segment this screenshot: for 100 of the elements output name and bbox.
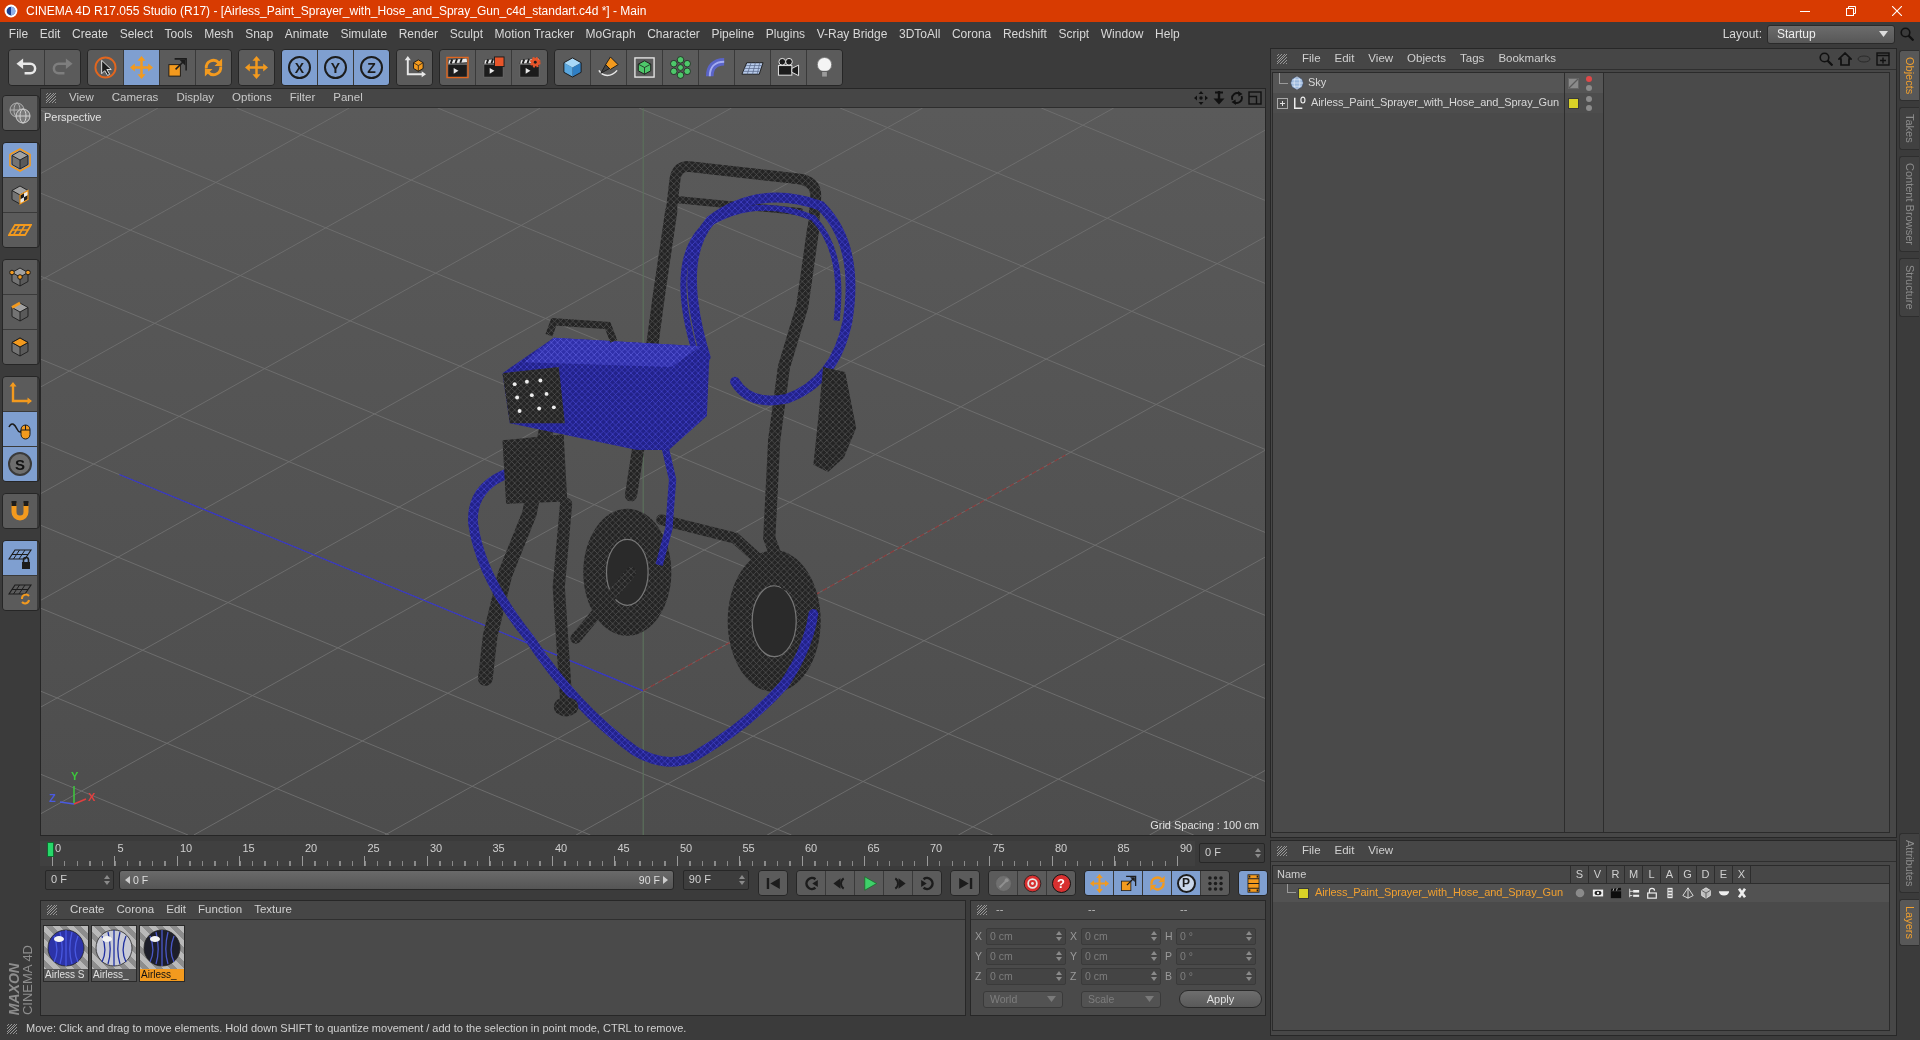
side-tab[interactable]: Objects [1899, 50, 1919, 102]
menu-item[interactable]: Render [392, 24, 444, 44]
visibility-dot-icon[interactable] [1586, 104, 1592, 111]
maximize-icon[interactable] [1248, 91, 1262, 105]
home-icon[interactable] [1838, 52, 1852, 66]
play-button[interactable] [855, 871, 883, 895]
menu-item[interactable]: V-Ray Bridge [810, 24, 894, 44]
menu-item[interactable]: 3DToAll [893, 24, 947, 44]
panel-grip-icon[interactable] [46, 93, 56, 103]
texture-mode-button[interactable] [3, 178, 37, 212]
panel-grip-icon[interactable] [1277, 846, 1287, 856]
menu-item[interactable]: Script [1052, 24, 1095, 44]
menu-item[interactable]: View [1361, 844, 1401, 858]
menu-item[interactable]: Select [113, 24, 159, 44]
menu-item[interactable]: File [1295, 52, 1328, 66]
edges-mode-button[interactable] [3, 295, 37, 329]
scale-tool-button[interactable] [160, 50, 195, 85]
selection-tool-button[interactable] [88, 50, 123, 85]
render-settings-button[interactable] [512, 50, 547, 85]
expand-icon[interactable] [1277, 97, 1288, 109]
pen-tool-button[interactable] [591, 50, 626, 85]
points-mode-button[interactable] [3, 260, 37, 294]
soft-selection-button[interactable]: S [3, 447, 37, 481]
solo-dot-icon[interactable] [1574, 887, 1586, 899]
snap-button[interactable] [3, 494, 37, 528]
next-frame-button[interactable] [884, 871, 912, 895]
clapperboard-icon[interactable] [1610, 887, 1622, 899]
frame-range-bar[interactable]: 0 F 90 F [119, 870, 674, 890]
menu-item[interactable]: Edit [1327, 52, 1362, 66]
hierarchy-icon[interactable] [1628, 887, 1640, 899]
key-point-level-button[interactable] [1201, 871, 1229, 895]
render-button[interactable] [476, 50, 511, 85]
next-key-button[interactable] [913, 871, 941, 895]
menu-item[interactable]: Tags [1453, 52, 1492, 66]
menu-item[interactable]: Filter [280, 91, 325, 105]
panel-grip-icon[interactable] [47, 905, 57, 915]
render-view-button[interactable] [440, 50, 475, 85]
column-header[interactable]: D [1697, 866, 1715, 883]
column-header[interactable]: E [1715, 866, 1733, 883]
side-tab[interactable]: Layers [1899, 898, 1919, 946]
go-to-end-button[interactable] [951, 871, 979, 895]
panel-grip-icon[interactable] [1277, 54, 1287, 64]
menu-item[interactable]: File [3, 24, 34, 44]
column-header[interactable]: A [1661, 866, 1679, 883]
menu-item[interactable]: Plugins [759, 24, 811, 44]
menu-item[interactable]: Create [66, 24, 114, 44]
menu-item[interactable]: Edit [1327, 844, 1362, 858]
menu-item[interactable]: File [1295, 844, 1328, 858]
menu-item[interactable]: Help [1149, 24, 1186, 44]
empty-layer-icon[interactable] [1568, 77, 1579, 89]
menu-item[interactable]: Edit [33, 24, 67, 44]
cube-button[interactable] [555, 50, 590, 85]
axis-mode-button[interactable] [3, 377, 37, 411]
key-parameter-button[interactable]: P [1172, 871, 1200, 895]
column-header[interactable]: S [1571, 866, 1589, 883]
polygons-mode-button[interactable] [3, 330, 37, 364]
planar-workplane-button[interactable] [3, 576, 37, 610]
material-swatch[interactable]: Airless S [43, 925, 89, 982]
lock-workplane-button[interactable] [3, 541, 37, 575]
previous-frame-button[interactable] [826, 871, 854, 895]
down-arrow-icon[interactable] [1212, 91, 1226, 105]
menu-item[interactable]: Character [641, 24, 706, 44]
menu-item[interactable]: Corona [946, 24, 998, 44]
menu-item[interactable]: Corona [110, 903, 161, 917]
layout-dropdown[interactable]: Startup [1767, 24, 1895, 44]
menu-item[interactable]: Animate [278, 24, 335, 44]
unlocked-icon[interactable] [1646, 887, 1658, 899]
menu-item[interactable]: Snap [239, 24, 279, 44]
camera-button[interactable] [771, 50, 806, 85]
film-strip-icon[interactable] [1664, 887, 1676, 899]
pyramid-icon[interactable] [1682, 887, 1694, 899]
array-button[interactable] [663, 50, 698, 85]
column-header[interactable]: R [1607, 866, 1625, 883]
layer-color-icon[interactable] [1568, 97, 1579, 109]
xref-icon[interactable] [1736, 887, 1748, 899]
current-frame-field[interactable]: 0 F [1199, 843, 1265, 863]
menu-item[interactable]: Redshift [997, 24, 1053, 44]
eye-icon[interactable] [1592, 887, 1604, 899]
visibility-dot-icon[interactable] [1586, 84, 1592, 91]
autokey-button[interactable] [1018, 871, 1046, 895]
undo-button[interactable] [9, 50, 44, 85]
timeline-ruler[interactable]: 0 5 10 15 20 25 30 35 40 45 50 55 60 65 70 75 80 85 90 [40, 841, 1195, 866]
rotate-icon[interactable] [1230, 91, 1244, 105]
light-button[interactable] [807, 50, 842, 85]
visibility-dot-icon[interactable] [1586, 95, 1592, 102]
menu-item[interactable]: MoGraph [579, 24, 642, 44]
timeline-button[interactable] [1239, 871, 1267, 895]
menu-item[interactable]: Function [192, 903, 249, 917]
panel-grip-icon[interactable] [977, 905, 987, 915]
tweak-mode-button[interactable] [3, 412, 37, 446]
subdivision-button[interactable] [627, 50, 662, 85]
model-mode-button[interactable] [3, 143, 37, 177]
axis-lock-button[interactable]: Y [318, 50, 353, 85]
menu-item[interactable]: Tools [158, 24, 199, 44]
end-frame-field[interactable]: 90 F [682, 870, 749, 890]
menu-item[interactable]: Edit [160, 903, 193, 917]
viewport-solo-button[interactable] [3, 96, 37, 130]
menu-item[interactable]: Sculpt [443, 24, 489, 44]
menu-item[interactable]: Create [64, 903, 111, 917]
previous-key-button[interactable] [797, 871, 825, 895]
